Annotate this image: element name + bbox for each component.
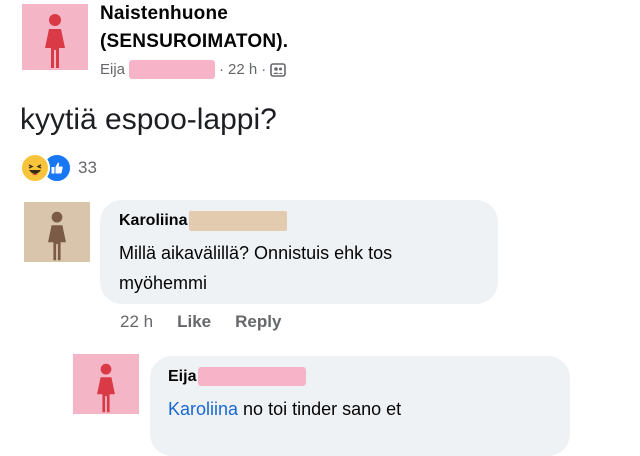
reaction-count: 33: [78, 158, 97, 177]
reply-author[interactable]: Eija: [168, 368, 196, 386]
comment-text-line1: Millä aikavälillä? Onnistuis ehk tos: [119, 243, 393, 263]
reply-bubble: Eija Karoliina no toi tinder sano et: [150, 356, 570, 456]
post-text: kyytiä espoo-lappi?: [20, 103, 277, 136]
reply-text-body: no toi tinder sano et: [238, 399, 402, 419]
comment-actions: 22 h Like Reply: [120, 312, 281, 332]
woman-icon: [45, 14, 65, 68]
group-name[interactable]: Naistenhuone (SENSUROIMATON).: [100, 0, 288, 56]
comment-bubble: Karoliina Millä aikavälillä? Onnistuis e…: [100, 200, 498, 304]
group-name-line1: Naistenhuone: [100, 3, 229, 24]
post-meta: Eija · 22 h ·: [100, 60, 287, 79]
reply-avatar[interactable]: [73, 354, 139, 414]
group-name-line2: (SENSUROIMATON).: [100, 31, 289, 52]
haha-reaction-icon: [20, 153, 50, 183]
comment-text: Millä aikavälillä? Onnistuis ehk tos myö…: [119, 238, 392, 298]
post-author[interactable]: Eija: [100, 61, 125, 78]
comment-time[interactable]: 22 h: [120, 312, 153, 332]
mention-link[interactable]: Karoliina: [168, 399, 238, 419]
meta-separator-2: ·: [261, 61, 267, 78]
post-time[interactable]: 22 h: [228, 61, 257, 78]
reactions-summary[interactable]: 33: [20, 153, 97, 183]
reply-text: Karoliina no toi tinder sano et: [168, 394, 401, 424]
like-button[interactable]: Like: [177, 312, 211, 332]
comment-author[interactable]: Karoliina: [119, 212, 187, 230]
woman-icon: [48, 211, 66, 261]
redacted-surname: [129, 60, 216, 79]
redacted-surname: [198, 367, 307, 386]
redacted-surname: [189, 211, 288, 231]
comment-text-line2: myöhemmi: [119, 273, 208, 293]
meta-separator: ·: [219, 61, 225, 78]
group-privacy-icon: [270, 62, 287, 78]
woman-icon: [97, 363, 115, 413]
group-avatar[interactable]: [22, 4, 88, 70]
reply-button[interactable]: Reply: [235, 312, 281, 332]
comment-avatar[interactable]: [24, 202, 90, 262]
